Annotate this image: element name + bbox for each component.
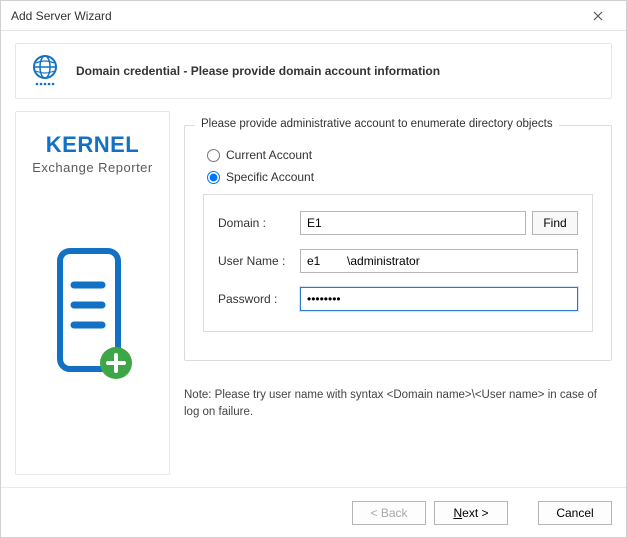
username-input[interactable]: [300, 249, 578, 273]
banner-heading: Domain credential - Please provide domai…: [76, 64, 440, 78]
sidebar: KERNEL Exchange Reporter: [15, 111, 170, 475]
fieldset-legend: Please provide administrative account to…: [195, 118, 559, 130]
password-input[interactable]: [300, 287, 578, 311]
brand-name: KERNEL: [46, 132, 139, 158]
main-row: KERNEL Exchange Reporter Pl: [15, 111, 612, 475]
radio-specific-account[interactable]: Specific Account: [207, 170, 593, 184]
brand-sub: Exchange Reporter: [32, 160, 153, 175]
radio-current-input[interactable]: [207, 149, 220, 162]
right-pane: Please provide administrative account to…: [184, 111, 612, 475]
password-label: Password :: [218, 292, 300, 306]
next-mnemonic: N: [453, 506, 462, 520]
domain-input[interactable]: [300, 211, 526, 235]
next-rest: ext >: [462, 506, 488, 520]
domain-row: Domain : Find: [218, 211, 578, 235]
password-row: Password :: [218, 287, 578, 311]
credentials-fieldset: Please provide administrative account to…: [184, 125, 612, 361]
next-button[interactable]: Next >: [434, 501, 508, 525]
radio-specific-label: Specific Account: [226, 170, 314, 184]
cancel-button[interactable]: Cancel: [538, 501, 612, 525]
content-area: Domain credential - Please provide domai…: [1, 31, 626, 487]
wizard-window: Add Server Wizard Domain credential - Pl…: [0, 0, 627, 538]
window-title: Add Server Wizard: [11, 9, 578, 23]
domain-label: Domain :: [218, 216, 300, 230]
username-label: User Name :: [218, 254, 300, 268]
username-row: User Name :: [218, 249, 578, 273]
close-button[interactable]: [578, 2, 618, 30]
back-button[interactable]: < Back: [352, 501, 426, 525]
radio-current-account[interactable]: Current Account: [207, 148, 593, 162]
radio-current-label: Current Account: [226, 148, 312, 162]
document-add-icon: [48, 245, 138, 388]
specific-account-box: Domain : Find User Name : Password :: [203, 194, 593, 332]
radio-specific-input[interactable]: [207, 171, 220, 184]
titlebar: Add Server Wizard: [1, 1, 626, 31]
footer: < Back Next > Cancel: [1, 487, 626, 537]
close-icon: [593, 11, 603, 21]
note-text: Note: Please try user name with syntax <…: [184, 387, 612, 422]
header-banner: Domain credential - Please provide domai…: [15, 43, 612, 99]
globe-credential-icon: [28, 54, 62, 88]
find-button[interactable]: Find: [532, 211, 578, 235]
